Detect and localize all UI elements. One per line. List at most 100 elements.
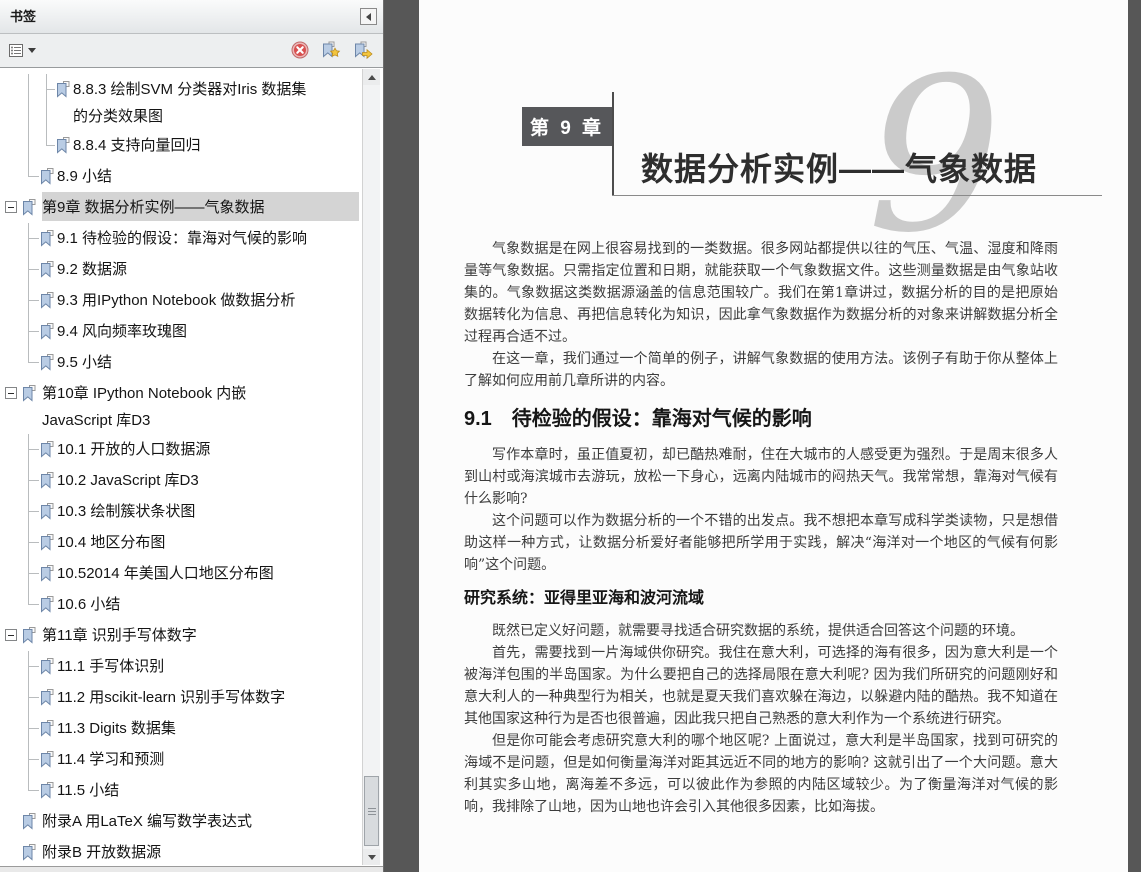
document-page[interactable]: 9 第 9 章 数据分析实例——气象数据 气象数据是在网上很容易找到的一类数据。… [419, 0, 1128, 872]
tree-guide-stub [29, 449, 39, 450]
down-arrow-icon [367, 854, 376, 860]
bookmark-label: 附录A 用LaTeX 编写数学表达式 [42, 813, 253, 830]
bookmark-item[interactable]: 8.8.4 支持向量回归 [0, 130, 359, 161]
bookmark-icon [40, 441, 54, 463]
bookmark-item[interactable]: 9.2 数据源 [0, 254, 359, 285]
panel-bottom-strip [0, 866, 383, 872]
tree-guide-stub [29, 480, 39, 481]
bookmark-options-button[interactable] [6, 40, 39, 61]
bookmark-label: 11.1 手写体识别 [57, 658, 165, 675]
tree-guide-stub [29, 542, 39, 543]
bookmark-item[interactable]: 11.2 用scikit-learn 识别手写体数字 [0, 682, 359, 713]
left-arrow-icon [366, 12, 371, 21]
scrollbar-thumb[interactable] [364, 776, 379, 846]
bookmark-icon [40, 230, 54, 252]
bookmark-label: 10.6 小结 [57, 596, 121, 613]
bookmark-item[interactable]: 10.3 绘制簇状条状图 [0, 496, 359, 527]
bookmark-item[interactable]: 11.1 手写体识别 [0, 651, 359, 682]
new-bookmark-button[interactable] [321, 41, 341, 61]
bookmark-icon [22, 813, 36, 835]
bookmark-label: 11.4 学习和预测 [57, 751, 165, 768]
bookmark-item[interactable]: 第9章 数据分析实例——气象数据 [0, 192, 359, 223]
bookmark-item[interactable]: 9.5 小结 [0, 347, 359, 378]
tree-guide-stub [29, 604, 39, 605]
bookmark-item[interactable]: 附录B 开放数据源 [0, 837, 359, 866]
page-body: 气象数据是在网上很容易找到的一类数据。很多网站都提供以往的气压、气温、湿度和降雨… [464, 238, 1058, 818]
delete-bookmark-button[interactable] [291, 41, 311, 61]
tree-guide-stub [29, 573, 39, 574]
scroll-up-button[interactable] [363, 69, 380, 85]
bookmark-item[interactable]: 11.5 小结 [0, 775, 359, 806]
panel-toolbar [0, 34, 383, 68]
tree-guide-line [28, 74, 29, 130]
locate-bookmark-button[interactable] [353, 41, 373, 61]
bookmark-label: 10.52014 年美国人口地区分布图 [57, 565, 274, 582]
bookmark-item[interactable]: 第10章 IPython Notebook 内嵌 JavaScript 库D3 [0, 378, 359, 434]
bookmark-tree: 8.8.3 绘制SVM 分类器对Iris 数据集 的分类效果图 8.8.4 支持… [0, 69, 383, 866]
tree-guide-stub [29, 331, 39, 332]
bookmark-item[interactable]: 10.1 开放的人口数据源 [0, 434, 359, 465]
delete-icon [291, 41, 309, 59]
goto-bookmark-icon [355, 41, 373, 60]
tree-guide-stub [29, 697, 39, 698]
bookmark-item[interactable]: 9.1 待检验的假设：靠海对气候的影响 [0, 223, 359, 254]
bookmark-icon [40, 168, 54, 190]
bookmark-item[interactable]: 10.6 小结 [0, 589, 359, 620]
bookmark-icon [40, 689, 54, 711]
panel-title: 书签 [10, 9, 37, 24]
collapse-minus-icon[interactable] [5, 629, 17, 641]
bookmark-icon [22, 627, 36, 649]
bookmark-label: 8.8.4 支持向量回归 [73, 137, 201, 154]
bookmark-label: 10.1 开放的人口数据源 [57, 441, 211, 458]
panel-scrollbar[interactable] [362, 69, 380, 865]
collapse-minus-icon[interactable] [5, 201, 17, 213]
tree-guide-stub [29, 511, 39, 512]
bookmark-label: 10.4 地区分布图 [57, 534, 166, 551]
bookmark-label: 9.3 用IPython Notebook 做数据分析 [57, 292, 296, 309]
bookmark-icon [40, 658, 54, 680]
tree-guide-stub [29, 238, 39, 239]
bookmark-item[interactable]: 11.4 学习和预测 [0, 744, 359, 775]
chapter-divider-vline [612, 92, 614, 196]
tree-guide-stub [29, 269, 39, 270]
tree-guide-stub [29, 728, 39, 729]
bookmark-item[interactable]: 10.4 地区分布图 [0, 527, 359, 558]
tree-guide-line [28, 130, 29, 161]
bookmark-icon [22, 844, 36, 866]
bookmark-icon [40, 292, 54, 314]
bookmark-item[interactable]: 10.52014 年美国人口地区分布图 [0, 558, 359, 589]
collapse-minus-icon[interactable] [5, 387, 17, 399]
dropdown-caret-icon [28, 48, 36, 53]
bookmark-item[interactable]: 附录A 用LaTeX 编写数学表达式 [0, 806, 359, 837]
tree-guide-line [28, 347, 29, 363]
bookmark-icon [56, 81, 70, 103]
bookmark-icon [40, 596, 54, 618]
bookmark-item[interactable]: 第11章 识别手写体数字 [0, 620, 359, 651]
bookmark-label: 第11章 识别手写体数字 [42, 627, 197, 644]
tree-guide-stub [47, 145, 55, 146]
tree-guide-line [28, 589, 29, 605]
tree-guide-stub [29, 666, 39, 667]
bookmark-label: 第9章 数据分析实例——气象数据 [42, 192, 359, 221]
bookmark-item[interactable]: 9.3 用IPython Notebook 做数据分析 [0, 285, 359, 316]
bookmark-label: 9.1 待检验的假设：靠海对气候的影响 [57, 230, 308, 247]
paragraph: 既然已定义好问题，就需要寻找适合研究数据的系统，提供适合回答这个问题的环境。 [492, 623, 1024, 639]
collapse-panel-button[interactable] [360, 8, 377, 25]
paragraph: 首先，需要找到一片海域供你研究。我住在意大利，可选择的海有很多，因为意大利是一个… [464, 645, 1058, 727]
bookmark-item[interactable]: 10.2 JavaScript 库D3 [0, 465, 359, 496]
bookmark-item[interactable]: 9.4 风向频率玫瑰图 [0, 316, 359, 347]
tree-guide-stub [29, 300, 39, 301]
bookmarks-panel: 书签 8.8.3 绘制SVM 分类器对Iris 数据集 的分类效果图 8.8.4… [0, 0, 384, 872]
scroll-down-button[interactable] [363, 849, 380, 865]
bookmark-item[interactable]: 8.8.3 绘制SVM 分类器对Iris 数据集 的分类效果图 [0, 74, 359, 130]
bookmark-item[interactable]: 11.3 Digits 数据集 [0, 713, 359, 744]
bookmark-label: 8.8.3 绘制SVM 分类器对Iris 数据集 的分类效果图 [73, 81, 307, 125]
bookmark-item[interactable]: 8.9 小结 [0, 161, 359, 192]
bookmark-label: 9.2 数据源 [57, 261, 128, 278]
bookmark-label: 11.3 Digits 数据集 [57, 720, 176, 737]
bookmark-label: 10.3 绘制簇状条状图 [57, 503, 196, 520]
paragraph: 在这一章，我们通过一个简单的例子，讲解气象数据的使用方法。该例子有助于你从整体上… [464, 351, 1058, 389]
paragraph: 气象数据是在网上很容易找到的一类数据。很多网站都提供以往的气压、气温、湿度和降雨… [464, 241, 1058, 345]
tree-guide-line [46, 74, 47, 130]
section-heading: 研究系统：亚得里亚海和波河流域 [464, 590, 705, 607]
